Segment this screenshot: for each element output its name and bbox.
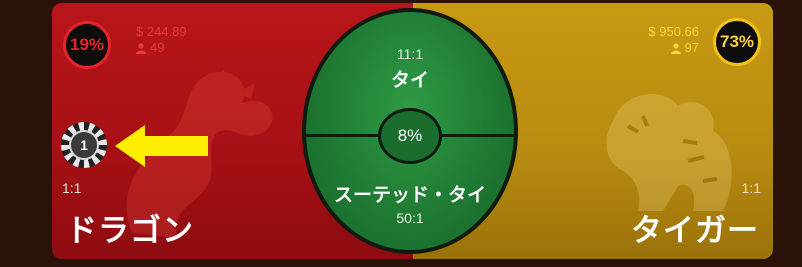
tiger-percent-ring: 73% bbox=[713, 18, 761, 66]
tiger-payout-ratio: 1:1 bbox=[741, 180, 761, 196]
suited-tie-payout-ratio: 50:1 bbox=[396, 210, 424, 226]
bet-chip[interactable]: 1 bbox=[61, 122, 107, 168]
tiger-icon bbox=[606, 94, 732, 211]
dragon-payout-ratio: 1:1 bbox=[62, 180, 82, 196]
dragon-players-row: 49 bbox=[136, 40, 187, 56]
tie-payout-ratio: 11:1 bbox=[396, 46, 424, 62]
tie-percent: 8% bbox=[397, 126, 423, 145]
tiger-amount-row: $ 950.66 bbox=[648, 24, 699, 40]
dragon-stats: $ 244.89 49 bbox=[136, 24, 187, 56]
tie-percent-ring: 8% bbox=[378, 108, 442, 164]
bet-board: 19% $ 244.89 49 1 1:1 ドラゴン 73% $ 950.66 … bbox=[52, 3, 773, 259]
tiger-amount: $ 950.66 bbox=[648, 24, 699, 39]
chip-value: 1 bbox=[80, 137, 88, 153]
chip-face: 1 bbox=[69, 130, 99, 160]
dragon-amount-row: $ 244.89 bbox=[136, 24, 187, 40]
dragon-percent-ring: 19% bbox=[63, 21, 111, 69]
dragon-label: ドラゴン bbox=[66, 213, 194, 249]
person-icon bbox=[136, 42, 146, 54]
dragon-players: 49 bbox=[150, 40, 165, 55]
dragon-percent: 19% bbox=[69, 35, 105, 54]
tiger-percent: 73% bbox=[719, 32, 755, 51]
person-icon bbox=[670, 42, 681, 54]
tiger-label: タイガー bbox=[631, 213, 759, 249]
tiger-players-row: 97 bbox=[648, 40, 699, 56]
tie-bet-area[interactable]: 11:1 タイ 8% スーテッド・タイ 50:1 bbox=[302, 8, 518, 254]
tiger-stats: $ 950.66 97 bbox=[648, 24, 699, 56]
suited-tie-label[interactable]: スーテッド・タイ bbox=[306, 180, 514, 207]
tiger-players: 97 bbox=[684, 40, 699, 55]
dragon-amount: $ 244.89 bbox=[136, 24, 187, 39]
arrow-left-icon bbox=[115, 125, 208, 167]
tie-label: タイ bbox=[390, 69, 429, 91]
